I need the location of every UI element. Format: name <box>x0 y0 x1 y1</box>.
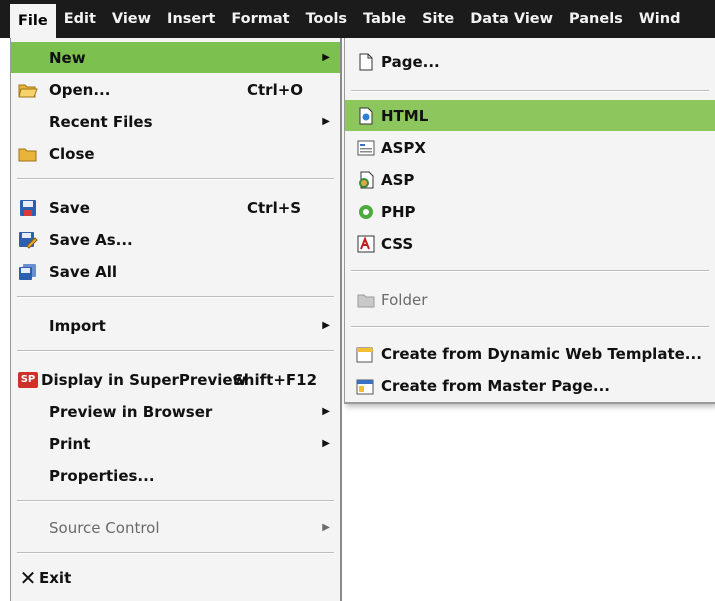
html-label: HTML <box>381 106 429 125</box>
php-label: PHP <box>381 202 416 221</box>
save-shortcut: Ctrl+S <box>247 198 302 217</box>
file-menu-save[interactable]: Save Ctrl+S <box>11 192 340 223</box>
folder-label: Folder <box>381 290 428 309</box>
open-label: Open... <box>49 80 111 99</box>
menu-data-view[interactable]: Data View <box>462 0 561 38</box>
file-menu-close[interactable]: Close <box>11 138 340 169</box>
file-menu-exit[interactable]: ✕ Exit <box>11 562 340 593</box>
file-menu-superpreview[interactable]: SP Display in SuperPreview Shift+F12 <box>11 364 340 395</box>
separator <box>17 350 334 352</box>
new-php-item[interactable]: PHP <box>345 196 715 227</box>
master-page-icon <box>355 375 377 397</box>
new-from-dynamic-template-item[interactable]: Create from Dynamic Web Template... <box>345 338 715 369</box>
new-folder-item[interactable]: Folder <box>345 284 715 315</box>
submenu-arrow-icon: ▶ <box>322 522 330 533</box>
folder-icon <box>355 289 377 311</box>
menu-file[interactable]: File <box>10 4 56 38</box>
new-label: New <box>49 48 86 67</box>
separator <box>17 178 334 180</box>
menu-panels[interactable]: Panels <box>561 0 631 38</box>
separator <box>17 552 334 554</box>
separator <box>351 270 709 272</box>
css-file-icon <box>355 233 377 255</box>
submenu-arrow-icon: ▶ <box>322 320 330 331</box>
new-aspx-item[interactable]: ASPX <box>345 132 715 163</box>
menu-insert[interactable]: Insert <box>159 0 223 38</box>
menu-table[interactable]: Table <box>355 0 414 38</box>
close-label: Close <box>49 144 95 163</box>
file-menu-properties[interactable]: Properties... <box>11 460 340 491</box>
save-as-icon <box>17 229 39 251</box>
new-page-item[interactable]: Page... <box>345 46 715 77</box>
superpreview-shortcut: Shift+F12 <box>233 370 318 389</box>
separator <box>351 326 709 328</box>
file-menu-dropdown: New ▶ Open... Ctrl+O Recent Files ▶ Clos… <box>10 38 342 601</box>
menu-view[interactable]: View <box>104 0 159 38</box>
asp-label: ASP <box>381 170 415 189</box>
submenu-arrow-icon: ▶ <box>322 52 330 63</box>
dynamic-template-icon <box>355 343 377 365</box>
submenu-arrow-icon: ▶ <box>322 116 330 127</box>
save-as-label: Save As... <box>49 230 133 249</box>
menu-format[interactable]: Format <box>223 0 297 38</box>
file-menu-import[interactable]: Import ▶ <box>11 310 340 341</box>
superpreview-icon: SP <box>17 369 39 391</box>
file-menu-source-control[interactable]: Source Control ▶ <box>11 512 340 543</box>
floppy-disk-icon <box>17 197 39 219</box>
menu-bar: File Edit View Insert Format Tools Table… <box>0 0 715 38</box>
separator <box>351 90 709 92</box>
superpreview-icon-text: SP <box>18 371 38 388</box>
folder-open-icon <box>17 79 39 101</box>
print-label: Print <box>49 434 91 453</box>
dynamic-template-label: Create from Dynamic Web Template... <box>381 344 702 363</box>
properties-label: Properties... <box>49 466 155 485</box>
file-menu-preview-in-browser[interactable]: Preview in Browser ▶ <box>11 396 340 427</box>
recent-files-label: Recent Files <box>49 112 153 131</box>
file-menu-open[interactable]: Open... Ctrl+O <box>11 74 340 105</box>
page-label: Page... <box>381 52 440 71</box>
import-label: Import <box>49 316 106 335</box>
exit-label: Exit <box>39 568 72 587</box>
close-x-icon: ✕ <box>19 565 37 590</box>
separator <box>17 500 334 502</box>
aspx-file-icon <box>355 137 377 159</box>
page-icon <box>355 51 377 73</box>
new-html-item[interactable]: HTML <box>345 100 715 131</box>
css-label: CSS <box>381 234 414 253</box>
submenu-arrow-icon: ▶ <box>322 438 330 449</box>
preview-label: Preview in Browser <box>49 402 213 421</box>
menu-window[interactable]: Wind <box>631 0 689 38</box>
menu-edit[interactable]: Edit <box>56 0 104 38</box>
asp-file-icon <box>355 169 377 191</box>
new-from-master-page-item[interactable]: Create from Master Page... <box>345 370 715 401</box>
folder-close-icon <box>17 143 39 165</box>
file-menu-recent-files[interactable]: Recent Files ▶ <box>11 106 340 137</box>
file-menu-save-all[interactable]: Save All <box>11 256 340 287</box>
superpreview-label: Display in SuperPreview <box>41 370 247 389</box>
html-file-icon <box>355 105 377 127</box>
new-css-item[interactable]: CSS <box>345 228 715 259</box>
master-page-label: Create from Master Page... <box>381 376 611 395</box>
menu-site[interactable]: Site <box>414 0 462 38</box>
source-control-label: Source Control <box>49 518 160 537</box>
open-shortcut: Ctrl+O <box>247 80 304 99</box>
save-all-icon <box>17 261 39 283</box>
new-submenu: Page... HTML ASPX ASP PHP CSS Folder Cre… <box>344 38 715 404</box>
aspx-label: ASPX <box>381 138 426 157</box>
submenu-arrow-icon: ▶ <box>322 406 330 417</box>
separator <box>17 296 334 298</box>
file-menu-print[interactable]: Print ▶ <box>11 428 340 459</box>
menu-tools[interactable]: Tools <box>298 0 356 38</box>
file-menu-new[interactable]: New ▶ <box>11 42 340 73</box>
save-all-label: Save All <box>49 262 117 281</box>
file-menu-save-as[interactable]: Save As... <box>11 224 340 255</box>
save-label: Save <box>49 198 90 217</box>
new-asp-item[interactable]: ASP <box>345 164 715 195</box>
php-file-icon <box>355 201 377 223</box>
